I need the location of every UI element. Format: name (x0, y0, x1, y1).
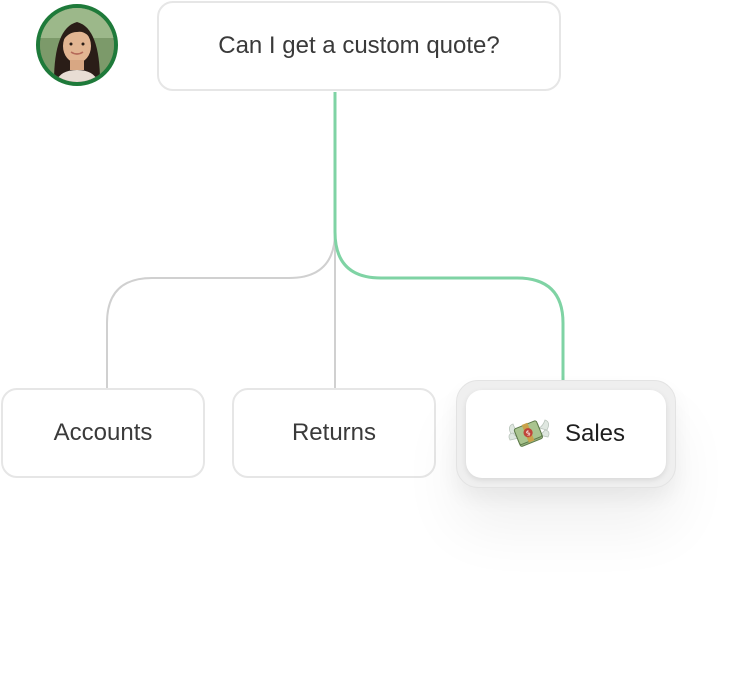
route-returns-label: Returns (291, 419, 377, 446)
user-avatar (36, 4, 118, 86)
route-accounts[interactable]: Accounts (1, 388, 205, 478)
routing-diagram: Can I get a custom quote? Accounts Retur… (0, 0, 734, 690)
route-sales-selected: $ Sales (456, 380, 676, 488)
route-accounts-label: Accounts (53, 419, 153, 446)
money-with-wings-icon: $ (508, 419, 550, 447)
connector-to-accounts (106, 92, 336, 388)
question-text: Can I get a custom quote? (218, 32, 500, 59)
route-returns[interactable]: Returns (232, 388, 436, 478)
connector-lines (106, 92, 565, 390)
connector-to-sales-active (333, 92, 565, 390)
question-bubble: Can I get a custom quote? (157, 1, 561, 91)
user-avatar-photo (40, 8, 114, 82)
route-sales-label: Sales (564, 420, 626, 447)
route-sales[interactable]: $ Sales (466, 390, 666, 478)
